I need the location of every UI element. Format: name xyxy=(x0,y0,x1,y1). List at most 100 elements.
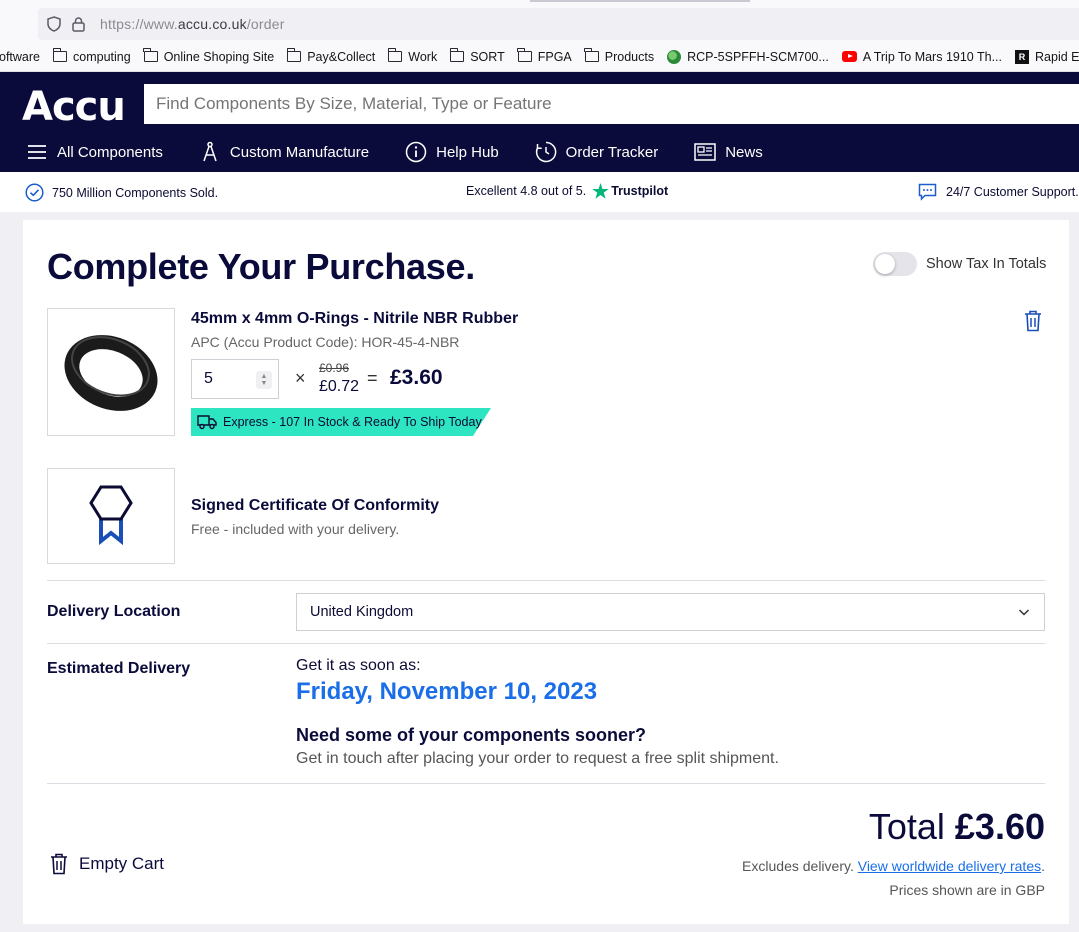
divider xyxy=(47,783,1045,784)
remove-item-trash-icon[interactable] xyxy=(1024,310,1042,332)
bookmark-item[interactable]: oftware xyxy=(0,50,40,64)
news-icon xyxy=(694,141,716,163)
nav-order-tracker[interactable]: Order Tracker xyxy=(535,141,658,163)
certificate-badge-icon xyxy=(89,485,133,546)
url-host: accu.co.uk xyxy=(177,16,247,32)
folder-icon xyxy=(449,48,465,62)
tab-strip-edge xyxy=(530,0,750,2)
bookmark-label: A Trip To Mars 1910 Th... xyxy=(862,49,1003,64)
certificate-thumbnail xyxy=(47,468,175,564)
bookmark-folder[interactable]: SORT xyxy=(449,48,505,64)
bookmarks-bar: oftware computing Online Shoping Site Pa… xyxy=(0,42,1079,72)
search-input[interactable] xyxy=(144,84,1079,124)
customer-support[interactable]: 24/7 Customer Support. xyxy=(918,183,1079,201)
nav-all-components[interactable]: All Components xyxy=(26,141,163,163)
bookmark-folder[interactable]: computing xyxy=(52,48,131,64)
folder-icon xyxy=(517,48,532,62)
bookmark-label: Rapid Extra Flexible W xyxy=(1035,49,1079,64)
delivery-truck-icon xyxy=(197,414,217,430)
bookmark-folder[interactable]: Products xyxy=(584,48,655,64)
delivery-rates-link[interactable]: View worldwide delivery rates xyxy=(858,858,1041,874)
delivery-location-select[interactable]: United Kingdom xyxy=(296,593,1045,631)
nav-label: News xyxy=(725,143,763,161)
bookmark-label: SORT xyxy=(470,49,505,64)
bookmark-label: computing xyxy=(73,49,131,64)
bookmark-label: RCP-5SPFFH-SCM700... xyxy=(687,49,829,64)
sold-text: 750 Million Components Sold. xyxy=(52,185,219,200)
folder-icon xyxy=(584,48,599,62)
estimated-delivery-label: Estimated Delivery xyxy=(47,660,191,677)
support-text: 24/7 Customer Support. xyxy=(946,185,1079,199)
site-header: Accu All Components Custom Manufacture H… xyxy=(0,72,1079,172)
order-total: Total £3.60 xyxy=(869,806,1045,848)
youtube-icon xyxy=(841,51,857,62)
rating-text: Excellent 4.8 out of 5. xyxy=(466,184,587,198)
total-label: Total xyxy=(868,806,945,847)
chat-icon xyxy=(918,183,937,201)
delivery-location-label: Delivery Location xyxy=(47,603,181,620)
folder-icon xyxy=(387,48,403,62)
empty-cart-button[interactable]: Empty Cart xyxy=(50,853,164,875)
bookmark-item[interactable]: R Rapid Extra Flexible W xyxy=(1015,49,1079,64)
divider xyxy=(47,580,1045,581)
nav-help-hub[interactable]: Help Hub xyxy=(405,141,499,163)
nav-label: Custom Manufacture xyxy=(229,143,370,161)
bookmark-folder[interactable]: Pay&Collect xyxy=(286,48,375,64)
lock-icon[interactable] xyxy=(70,16,86,32)
quantity-spinner[interactable]: ▲ ▼ xyxy=(256,371,272,389)
site-favicon-icon xyxy=(667,49,682,64)
chevron-up-icon[interactable]: ▲ xyxy=(261,373,268,380)
bookmark-folder[interactable]: Online Shoping Site xyxy=(143,48,275,64)
bookmark-folder[interactable]: FPGA xyxy=(517,48,572,64)
quantity-stepper[interactable]: 5 ▲ ▼ xyxy=(191,359,279,399)
delivery-note: Excludes delivery. View worldwide delive… xyxy=(742,858,1045,874)
stock-text: Express - 107 In Stock & Ready To Ship T… xyxy=(223,415,482,429)
divider xyxy=(47,643,1045,644)
o-ring-image xyxy=(64,335,158,411)
url-path: /order xyxy=(246,16,285,32)
check-circle-icon xyxy=(25,183,44,202)
product-thumbnail[interactable] xyxy=(47,308,175,436)
split-shipment-title: Need some of your components sooner? xyxy=(296,725,647,745)
stock-badge: Express - 107 In Stock & Ready To Ship T… xyxy=(191,408,491,436)
url-scheme: https://www. xyxy=(100,16,178,32)
split-shipment-text: Get in touch after placing your order to… xyxy=(296,750,779,767)
bookmark-label: Work xyxy=(408,49,438,64)
nav-news[interactable]: News xyxy=(694,141,763,163)
components-sold: 750 Million Components Sold. xyxy=(25,183,218,202)
bookmark-folder[interactable]: Work xyxy=(387,48,438,64)
delivery-soon-text: Get it as soon as: xyxy=(296,657,421,674)
nav-custom-manufacture[interactable]: Custom Manufacture xyxy=(199,141,369,163)
certificate-subtitle: Free - included with your delivery. xyxy=(191,521,400,537)
selected-country: United Kingdom xyxy=(310,604,414,620)
url-text[interactable]: https://www.accu.co.uk/order xyxy=(100,16,285,32)
tax-toggle-switch[interactable] xyxy=(873,252,917,276)
nav-label: Help Hub xyxy=(436,143,499,161)
bookmark-item[interactable]: A Trip To Mars 1910 Th... xyxy=(841,49,1003,64)
rating[interactable]: Excellent 4.8 out of 5. Trustpilot xyxy=(466,183,668,199)
delivery-date: Friday, November 10, 2023 xyxy=(296,678,598,705)
compass-icon xyxy=(199,141,221,163)
clock-icon xyxy=(535,141,557,163)
shield-icon[interactable] xyxy=(46,16,62,32)
trust-bar: 750 Million Components Sold. Excellent 4… xyxy=(0,172,1079,212)
trustpilot-label: Trustpilot xyxy=(611,184,669,198)
address-bar[interactable]: https://www.accu.co.uk/order xyxy=(38,8,1079,40)
bookmark-item[interactable]: RCP-5SPFFH-SCM700... xyxy=(667,49,829,64)
unit-price: £0.72 xyxy=(319,378,360,395)
bookmark-label: Online Shoping Site xyxy=(163,49,275,64)
tax-toggle[interactable]: Show Tax In Totals xyxy=(873,252,1046,276)
hamburger-icon xyxy=(26,141,48,163)
trustpilot-star-icon xyxy=(592,183,609,199)
chevron-down-icon[interactable]: ▼ xyxy=(261,380,268,387)
folder-icon xyxy=(143,48,158,62)
bookmark-label: Products xyxy=(604,49,655,64)
order-card: Complete Your Purchase. Show Tax In Tota… xyxy=(23,220,1069,924)
excludes-text: Excludes delivery. xyxy=(742,858,854,874)
product-name[interactable]: 45mm x 4mm O-Rings - Nitrile NBR Rubber xyxy=(191,310,518,328)
folder-icon xyxy=(52,48,67,62)
tax-toggle-label: Show Tax In Totals xyxy=(926,256,1047,272)
accu-logo[interactable]: Accu xyxy=(22,84,126,130)
trash-icon xyxy=(50,853,68,875)
browser-toolbar: https://www.accu.co.uk/order xyxy=(0,0,1079,42)
